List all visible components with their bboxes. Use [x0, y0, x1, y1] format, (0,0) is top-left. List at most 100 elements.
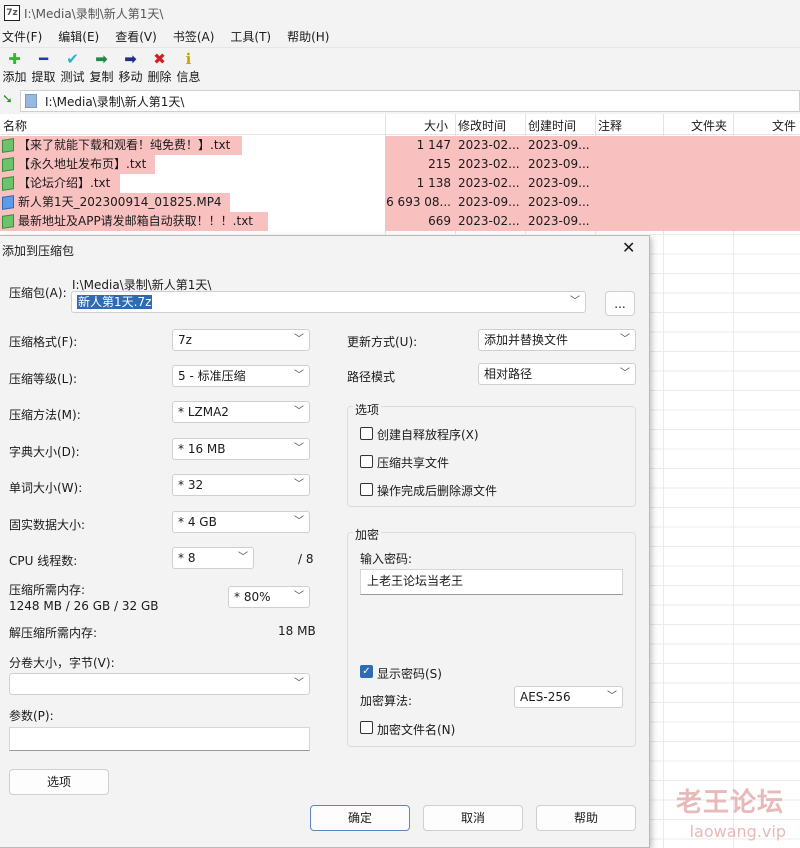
- archive-label: 压缩包(A):: [9, 286, 67, 300]
- text-file-icon: [2, 157, 14, 172]
- format-label: 压缩格式(F):: [9, 335, 78, 349]
- level-label: 压缩等级(L):: [9, 372, 78, 386]
- shared-checkbox[interactable]: [360, 455, 373, 468]
- menu-edit[interactable]: 编辑(E): [58, 28, 99, 45]
- delete-after-checkbox[interactable]: [360, 483, 373, 496]
- test-button[interactable]: ✔ 测试: [58, 48, 87, 88]
- up-arrow-icon[interactable]: ➘: [2, 92, 13, 107]
- file-row[interactable]: 最新地址及APP请发邮箱自动获取！！！.txt 669 2023-02... 2…: [0, 212, 800, 231]
- word-label: 单词大小(W):: [9, 481, 83, 495]
- menu-bar: 文件(F) 编辑(E) 查看(V) 书签(A) 工具(T) 帮助(H): [0, 26, 800, 48]
- col-name[interactable]: 名称: [3, 117, 27, 134]
- enc-method-select[interactable]: AES-256 ﹀: [514, 686, 623, 708]
- check-icon: ✔: [66, 50, 79, 68]
- delete-icon: ✖: [153, 50, 166, 68]
- address-text: I:\Media\录制\新人第1天\: [45, 94, 185, 109]
- move-label: 移动: [118, 70, 143, 84]
- file-row[interactable]: 【来了就能下载和观看！纯免费！】.txt 1 147 2023-02... 20…: [0, 136, 800, 155]
- file-name: 最新地址及APP请发邮箱自动获取！！！.txt: [18, 214, 254, 228]
- add-button[interactable]: ✚ 添加: [0, 48, 29, 88]
- dict-select[interactable]: * 16 MB ﹀: [172, 438, 310, 460]
- params-input[interactable]: [9, 727, 310, 751]
- mem-pct-value: * 80%: [234, 590, 271, 604]
- file-size: 6 693 08...: [385, 193, 455, 212]
- copy-button[interactable]: ➡ 复制: [87, 48, 116, 88]
- cpu-select[interactable]: * 8 ﹀: [172, 547, 254, 569]
- text-file-icon: [2, 214, 14, 229]
- file-row[interactable]: 【论坛介绍】.txt 1 138 2023-02... 2023-09...: [0, 174, 800, 193]
- menu-bookmarks[interactable]: 书签(A): [173, 28, 215, 45]
- help-button[interactable]: 帮助: [536, 805, 636, 831]
- solid-select[interactable]: * 4 GB ﹀: [172, 511, 310, 533]
- path-mode-select[interactable]: 相对路径 ﹀: [478, 363, 636, 385]
- mem-label: 压缩所需内存:: [9, 583, 86, 597]
- delete-button[interactable]: ✖ 删除: [145, 48, 174, 88]
- file-modified: 2023-02...: [455, 155, 525, 174]
- file-row[interactable]: 【永久地址发布页】.txt 215 2023-02... 2023-09...: [0, 155, 800, 174]
- close-icon[interactable]: ✕: [622, 238, 635, 257]
- password-input[interactable]: 上老王论坛当老王: [360, 569, 623, 595]
- format-select[interactable]: 7z ﹀: [172, 329, 310, 351]
- ok-button[interactable]: 确定: [310, 805, 410, 831]
- title-bar: 7z I:\Media\录制\新人第1天\: [0, 0, 800, 26]
- col-modified[interactable]: 修改时间: [458, 117, 506, 134]
- move-button[interactable]: ➡ 移动: [116, 48, 145, 88]
- update-value: 添加并替换文件: [484, 333, 569, 347]
- level-select[interactable]: 5 - 标准压缩 ﹀: [172, 365, 310, 387]
- menu-tools[interactable]: 工具(T): [230, 28, 271, 45]
- file-created: 2023-09...: [525, 155, 595, 174]
- split-select[interactable]: ﹀: [9, 673, 310, 695]
- col-created[interactable]: 创建时间: [528, 117, 576, 134]
- params-label: 参数(P):: [9, 709, 54, 723]
- extract-button[interactable]: ━ 提取: [29, 48, 58, 88]
- file-rest: [595, 155, 800, 174]
- options-button[interactable]: 选项: [9, 769, 109, 795]
- sfx-checkbox[interactable]: [360, 427, 373, 440]
- file-row[interactable]: 新人第1天_202300914_01825.MP4 6 693 08... 20…: [0, 193, 800, 212]
- file-name-cell: 【论坛介绍】.txt: [0, 174, 120, 193]
- method-value: * LZMA2: [178, 405, 229, 419]
- method-select[interactable]: * LZMA2 ﹀: [172, 401, 310, 423]
- encrypt-names-checkbox[interactable]: [360, 721, 373, 734]
- col-size[interactable]: 大小: [424, 117, 448, 134]
- toolbar: ✚ 添加 ━ 提取 ✔ 测试 ➡ 复制 ➡ 移动 ✖ 删除 ℹ 信息: [0, 48, 800, 88]
- dialog-title: 添加到压缩包: [2, 244, 75, 258]
- copy-arrow-icon: ➡: [95, 50, 108, 68]
- delete-label: 删除: [147, 70, 172, 84]
- mem-value: 1248 MB / 26 GB / 32 GB: [9, 599, 159, 613]
- chevron-down-icon: ﹀: [620, 368, 630, 379]
- info-button[interactable]: ℹ 信息: [174, 48, 203, 88]
- file-modified: 2023-02...: [455, 212, 525, 231]
- watermark-title: 老王论坛: [675, 788, 784, 818]
- enc-method-value: AES-256: [520, 690, 571, 704]
- cancel-button[interactable]: 取消: [423, 805, 523, 831]
- file-rest: [595, 193, 800, 212]
- update-select[interactable]: 添加并替换文件 ﹀: [478, 329, 636, 351]
- show-password-checkbox[interactable]: ✓: [360, 665, 373, 678]
- col-files[interactable]: 文件: [772, 117, 796, 134]
- file-name-cell: 最新地址及APP请发邮箱自动获取！！！.txt: [0, 212, 268, 231]
- dict-value: * 16 MB: [178, 442, 226, 456]
- menu-file[interactable]: 文件(F): [2, 28, 42, 45]
- menu-help[interactable]: 帮助(H): [287, 28, 329, 45]
- mem-pct-select[interactable]: * 80% ﹀: [228, 586, 310, 608]
- shared-label: 压缩共享文件: [377, 456, 450, 470]
- col-folders[interactable]: 文件夹: [691, 117, 727, 134]
- address-input[interactable]: I:\Media\录制\新人第1天\: [20, 90, 800, 112]
- browse-button[interactable]: ...: [605, 291, 635, 316]
- word-select[interactable]: * 32 ﹀: [172, 474, 310, 496]
- chevron-down-icon: ﹀: [238, 552, 248, 563]
- col-comment[interactable]: 注释: [598, 117, 622, 134]
- archive-name-combo[interactable]: 新人第1天.7z ﹀: [71, 291, 586, 313]
- file-name: 【永久地址发布页】.txt: [18, 157, 147, 171]
- minus-icon: ━: [38, 50, 49, 68]
- app-icon: 7z: [4, 5, 20, 21]
- chevron-down-icon: ﹀: [294, 443, 304, 454]
- file-modified: 2023-02...: [455, 136, 525, 155]
- sfx-label: 创建自释放程序(X): [377, 428, 479, 442]
- file-name-cell: 新人第1天_202300914_01825.MP4: [0, 193, 230, 212]
- extract-label: 提取: [31, 70, 56, 84]
- menu-view[interactable]: 查看(V): [115, 28, 157, 45]
- info-icon: ℹ: [185, 50, 192, 68]
- file-size: 215: [385, 155, 455, 174]
